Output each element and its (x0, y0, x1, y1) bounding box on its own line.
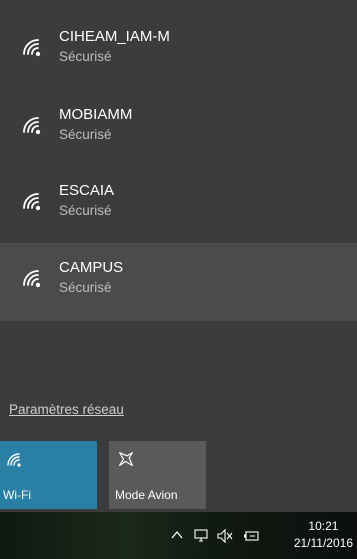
wifi-signal-icon (23, 117, 41, 135)
wifi-signal-icon (23, 270, 41, 288)
wifi-toggle-tile[interactable]: Wi-Fi (0, 441, 97, 509)
airplane-tile-label: Mode Avion (115, 488, 178, 502)
network-item-ciheam[interactable]: CIHEAM_IAM-M Sécurisé (0, 12, 357, 90)
network-name: CAMPUS (59, 259, 124, 276)
network-status: Sécurisé (59, 280, 112, 295)
battery-icon[interactable] (243, 528, 261, 544)
network-icon[interactable] (193, 528, 209, 544)
volume-muted-icon[interactable] (216, 528, 234, 544)
wifi-signal-icon (23, 193, 41, 211)
airplane-mode-tile[interactable]: Mode Avion (109, 441, 206, 509)
network-status: Sécurisé (59, 49, 112, 64)
wifi-signal-icon (23, 39, 41, 57)
chevron-up-icon[interactable] (170, 528, 184, 542)
wifi-icon (7, 453, 21, 467)
airplane-icon (119, 452, 133, 466)
clock-date: 21/11/2016 (293, 536, 353, 550)
network-settings-link[interactable]: Paramètres réseau (9, 402, 124, 417)
network-flyout: CIHEAM_IAM-M Sécurisé MOBIAMM Sécurisé E… (0, 0, 357, 512)
network-name: CIHEAM_IAM-M (59, 28, 170, 45)
network-item-mobiamm[interactable]: MOBIAMM Sécurisé (0, 90, 357, 168)
network-item-campus[interactable]: CAMPUS Sécurisé (0, 243, 357, 321)
clock[interactable]: 10:21 21/11/2016 (294, 518, 353, 552)
clock-time: 10:21 (308, 519, 339, 533)
wifi-tile-label: Wi-Fi (3, 488, 31, 502)
taskbar: 10:21 21/11/2016 (0, 512, 357, 559)
network-item-escaia[interactable]: ESCAIA Sécurisé (0, 166, 357, 244)
network-status: Sécurisé (59, 127, 112, 142)
network-name: ESCAIA (59, 182, 115, 199)
network-status: Sécurisé (59, 203, 112, 218)
network-name: MOBIAMM (59, 106, 133, 123)
